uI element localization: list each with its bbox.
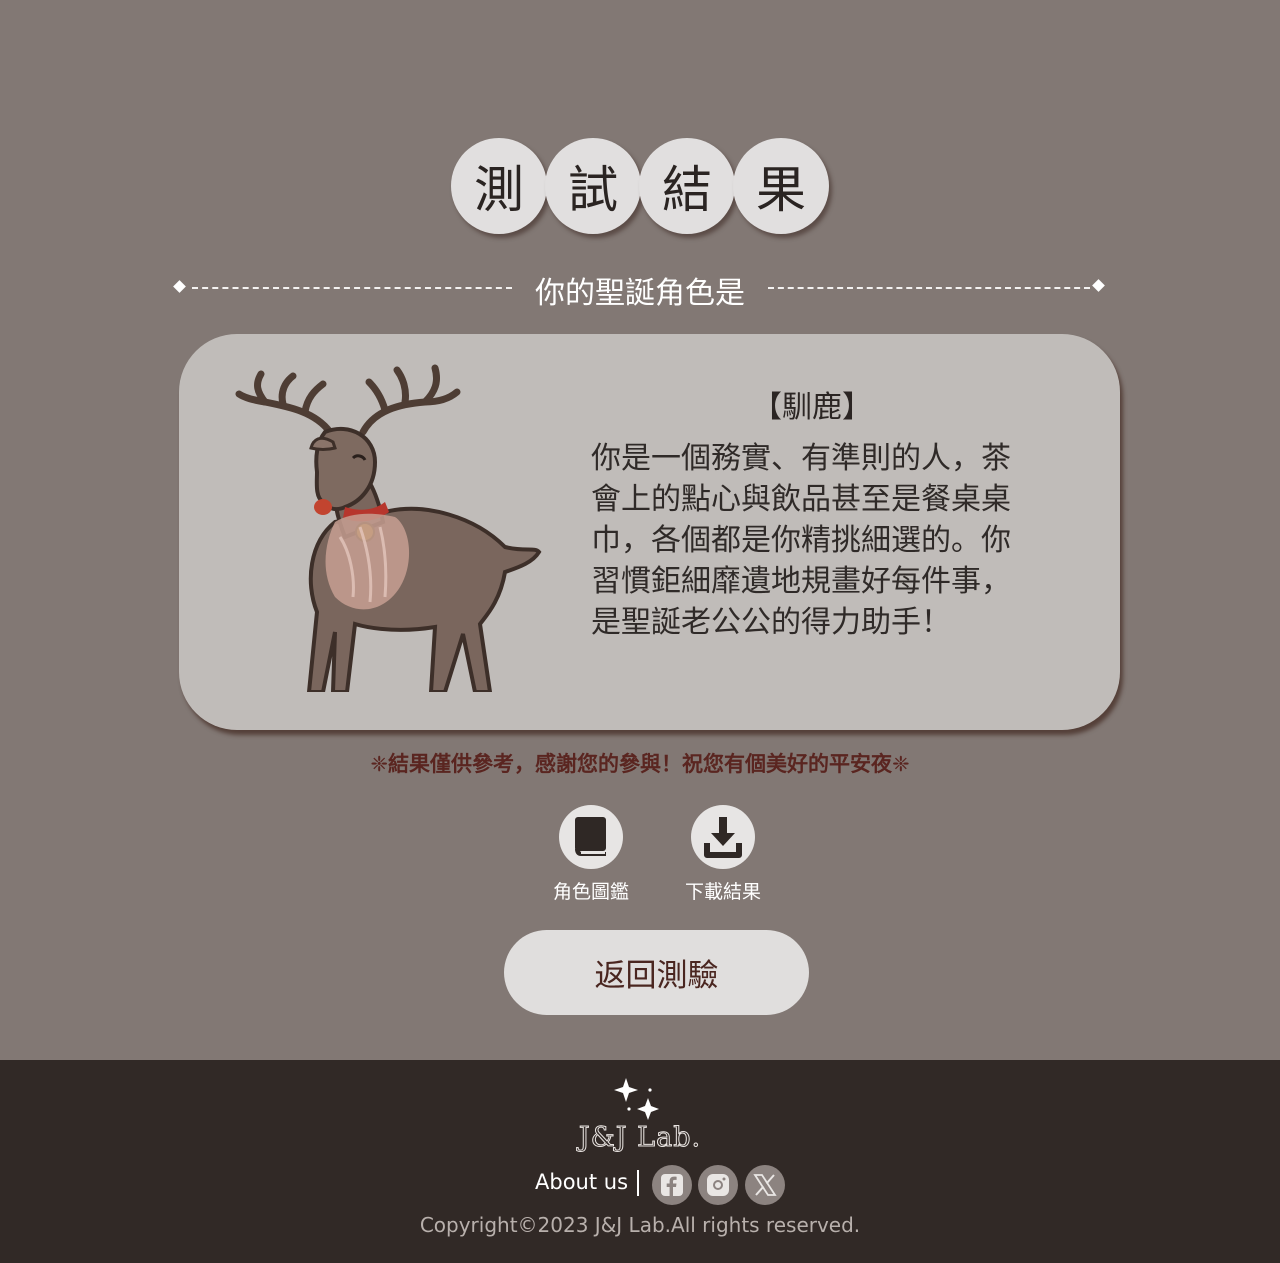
download-result-label: 下載結果 — [684, 881, 761, 903]
book-icon[interactable] — [559, 805, 623, 869]
footer-divider — [637, 1170, 639, 1196]
dashed-divider-right — [768, 287, 1090, 289]
role-name: 【馴鹿】 — [752, 390, 872, 425]
download-icon[interactable] — [691, 805, 755, 869]
title-char-4: 果 — [733, 138, 829, 234]
title-char-3: 結 — [639, 138, 735, 234]
footer: J&J Lab. About us Copyright©2023 J&J Lab… — [0, 1060, 1280, 1263]
character-guide-action[interactable]: 角色圖鑑 — [546, 805, 636, 904]
result-card: 【馴鹿】 你是一個務實、有準則的人，茶會上的點心與飲品甚至是餐桌桌巾，各個都是你… — [179, 334, 1120, 730]
role-description: 你是一個務實、有準則的人，茶會上的點心與飲品甚至是餐桌桌巾，各個都是你精挑細選的… — [591, 441, 1011, 640]
title-char-2: 試 — [545, 138, 641, 234]
dashed-divider-left — [192, 287, 512, 289]
diamond-left-icon — [173, 280, 186, 293]
copyright-text: Copyright©2023 J&J Lab.All rights reserv… — [419, 1213, 861, 1237]
back-to-quiz-button[interactable]: 返回測驗 — [504, 930, 809, 1015]
subtitle: 你的聖誕角色是 — [535, 276, 745, 311]
about-us-link[interactable]: About us — [535, 1170, 628, 1194]
brand-logo: J&J Lab. — [578, 1122, 702, 1154]
x-icon[interactable] — [745, 1165, 785, 1205]
title-char-1: 測 — [451, 138, 547, 234]
reindeer-illustration — [235, 364, 542, 692]
disclaimer-note: ❈結果僅供參考，感謝您的參與！祝您有個美好的平安夜❈ — [370, 752, 910, 776]
character-guide-label: 角色圖鑑 — [552, 881, 629, 903]
download-result-action[interactable]: 下載結果 — [678, 805, 768, 904]
diamond-right-icon — [1092, 279, 1105, 292]
sparkle-icon — [614, 1078, 659, 1120]
instagram-icon[interactable] — [698, 1165, 738, 1205]
facebook-icon[interactable] — [652, 1165, 692, 1205]
result-title: 測 試 結 果 — [0, 138, 1280, 234]
subtitle-row: 你的聖誕角色是 — [172, 264, 1108, 312]
